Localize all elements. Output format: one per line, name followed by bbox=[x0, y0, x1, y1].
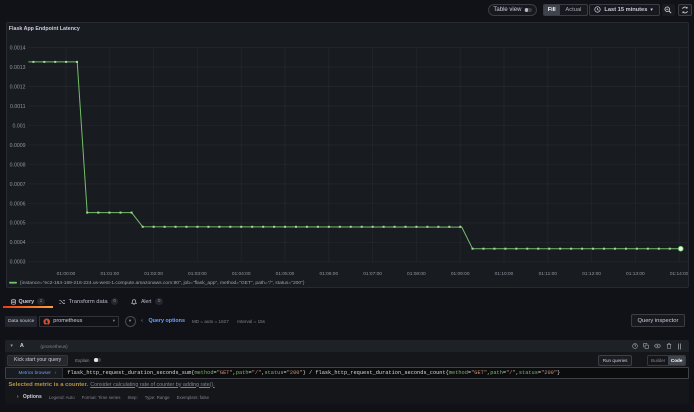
svg-text:01:04:00: 01:04:00 bbox=[232, 271, 251, 277]
svg-text:0.0014: 0.0014 bbox=[10, 45, 26, 51]
svg-text:0.0004: 0.0004 bbox=[10, 240, 26, 246]
svg-text:0.0006: 0.0006 bbox=[10, 201, 26, 207]
svg-text:01:02:00: 01:02:00 bbox=[144, 271, 163, 277]
svg-text:01:07:00: 01:07:00 bbox=[363, 271, 382, 277]
svg-text:0.0005: 0.0005 bbox=[10, 221, 26, 227]
svg-text:0.0009: 0.0009 bbox=[10, 143, 26, 149]
svg-text:0.0011: 0.0011 bbox=[10, 104, 26, 110]
svg-text:01:01:00: 01:01:00 bbox=[100, 271, 119, 277]
svg-text:01:10:00: 01:10:00 bbox=[495, 271, 514, 277]
svg-text:01:14:00: 01:14:00 bbox=[670, 271, 688, 277]
svg-text:01:09:00: 01:09:00 bbox=[451, 271, 470, 277]
svg-text:01:03:00: 01:03:00 bbox=[188, 271, 207, 277]
svg-text:{instance="ec2-184-169-216-224: {instance="ec2-184-169-216-224.us-west-1… bbox=[20, 280, 305, 286]
svg-text:01:06:00: 01:06:00 bbox=[319, 271, 338, 277]
svg-text:01:05:00: 01:05:00 bbox=[276, 271, 295, 277]
svg-text:01:08:00: 01:08:00 bbox=[407, 271, 426, 277]
svg-text:01:12:00: 01:12:00 bbox=[582, 271, 601, 277]
svg-text:0.0007: 0.0007 bbox=[10, 182, 26, 188]
svg-text:01:13:00: 01:13:00 bbox=[626, 271, 645, 277]
svg-text:01:00:00: 01:00:00 bbox=[57, 271, 76, 277]
svg-text:0.0012: 0.0012 bbox=[10, 84, 26, 90]
svg-text:0.0003: 0.0003 bbox=[10, 260, 26, 266]
svg-text:01:11:00: 01:11:00 bbox=[539, 271, 558, 277]
svg-text:0.0013: 0.0013 bbox=[10, 65, 26, 71]
svg-text:0.0008: 0.0008 bbox=[10, 162, 26, 168]
svg-text:0.001: 0.001 bbox=[13, 123, 26, 129]
